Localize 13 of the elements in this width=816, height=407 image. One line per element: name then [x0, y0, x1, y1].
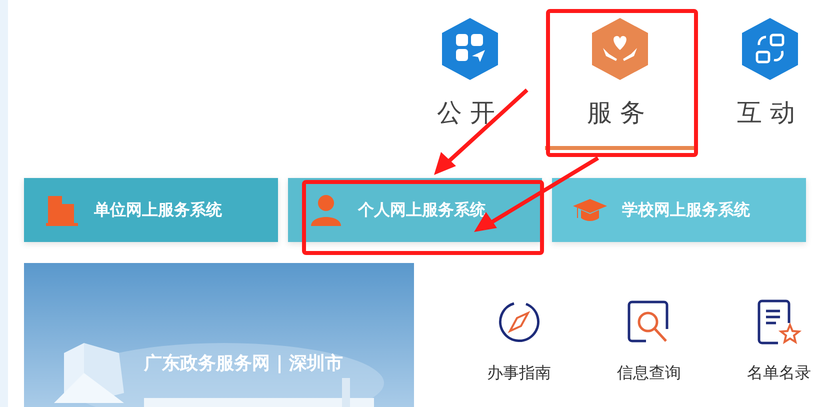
- quick-link[interactable]: 办事指南: [454, 263, 584, 407]
- swap-icon: [742, 18, 798, 80]
- heart-hands-icon: [592, 18, 648, 80]
- quick-link[interactable]: 信息查询: [584, 263, 714, 407]
- document-star-icon: [756, 299, 802, 345]
- person-icon: [308, 194, 344, 226]
- nav-tab[interactable]: 公开: [395, 0, 545, 150]
- nav-tab[interactable]: 服务: [545, 0, 695, 150]
- nav-tab[interactable]: 互动: [695, 0, 816, 150]
- building-icon: [44, 194, 80, 226]
- quick-link[interactable]: 名单名录: [714, 263, 816, 407]
- banner-title: 广东政务服务网 | 深圳市: [144, 352, 344, 375]
- grid-icon: [442, 18, 498, 80]
